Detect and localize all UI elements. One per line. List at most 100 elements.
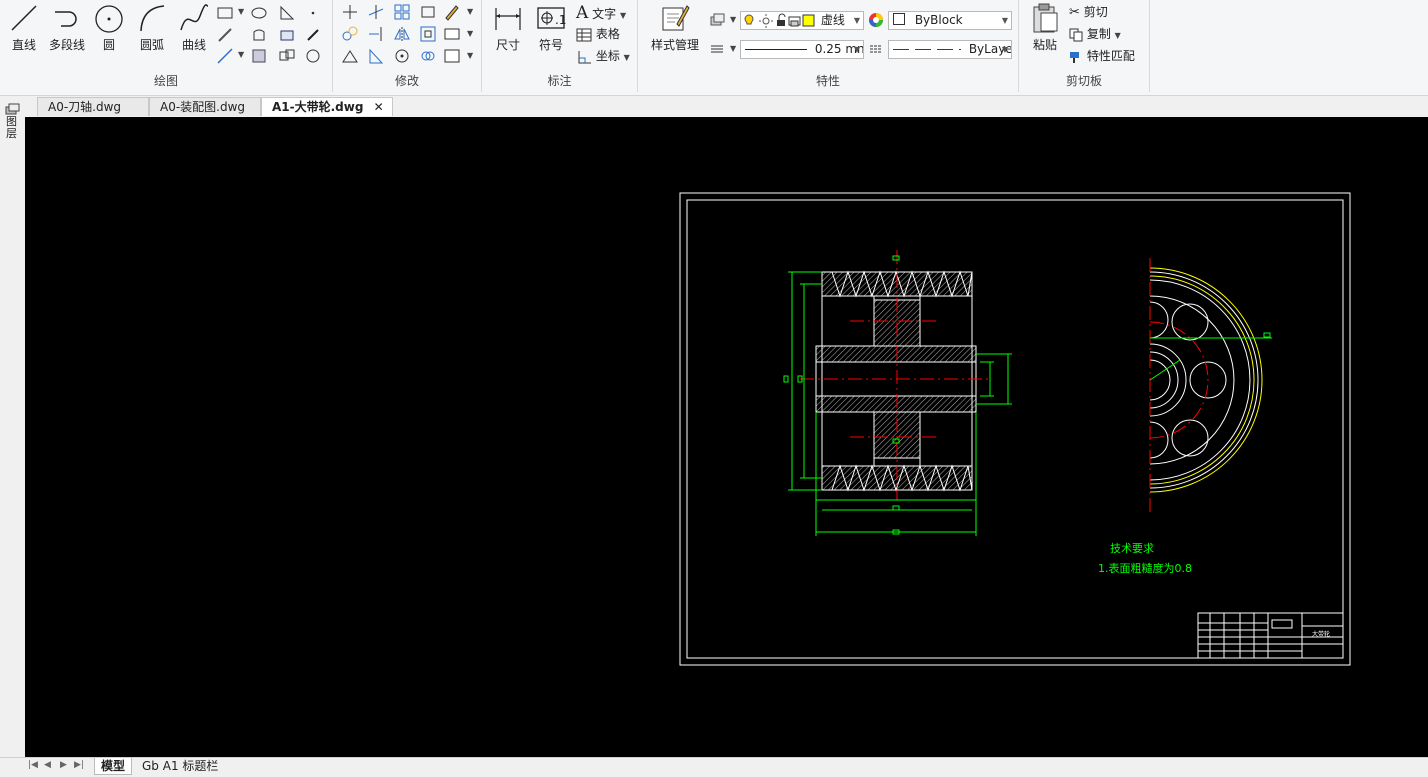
lineweight-combo[interactable]: 0.25 mn ▼ xyxy=(740,40,864,59)
rectangle-dropdown-icon[interactable]: ▼ xyxy=(238,7,244,16)
layer-state-icons xyxy=(741,12,817,29)
pick-icon[interactable] xyxy=(304,26,322,44)
lineweight-dropdown-small-icon[interactable]: ▼ xyxy=(730,44,736,53)
boundary-icon[interactable] xyxy=(250,47,268,65)
coordinate-label: 坐标 xyxy=(595,49,620,63)
sheet-inner-border xyxy=(686,199,1344,659)
circle-button[interactable]: 圆 xyxy=(92,2,126,53)
trim-icon[interactable] xyxy=(367,3,385,21)
fillet-icon[interactable] xyxy=(443,25,461,43)
line-button[interactable]: 直线 xyxy=(6,2,42,53)
doc-tab-label: A0-刀轴.dwg xyxy=(48,100,122,114)
lineweight-icon[interactable] xyxy=(708,40,726,58)
mirror-icon[interactable] xyxy=(393,25,411,43)
pulley-section-view xyxy=(815,270,977,492)
copy-object-icon[interactable] xyxy=(341,25,359,43)
polyline-label: 多段线 xyxy=(48,38,85,52)
cut-tool[interactable]: ✂ 剪切 xyxy=(1069,3,1108,20)
extend-icon[interactable] xyxy=(367,25,385,43)
table-tool[interactable]: 表格 xyxy=(576,25,620,43)
properties-icon[interactable] xyxy=(443,47,461,65)
doc-tab-1[interactable]: A0-装配图.dwg xyxy=(149,97,261,116)
copy-dropdown-icon[interactable]: ▼ xyxy=(1115,31,1121,40)
layer-manager-icon[interactable] xyxy=(708,11,726,29)
edit-dropdown-icon[interactable]: ▼ xyxy=(467,7,473,16)
polyline-icon xyxy=(55,11,77,27)
xline-icon[interactable] xyxy=(216,47,234,65)
layer-panel-label[interactable]: 图层 xyxy=(6,116,18,140)
xline-dropdown-icon[interactable]: ▼ xyxy=(238,50,244,59)
ellipse-icon[interactable] xyxy=(250,4,268,22)
layer-dropdown-small-icon[interactable]: ▼ xyxy=(730,15,736,24)
last-layout-icon[interactable]: ▶| xyxy=(74,760,84,770)
scale-icon[interactable] xyxy=(341,47,359,65)
copy-icon xyxy=(1069,28,1083,41)
rectangle-icon[interactable] xyxy=(216,4,234,22)
arc-button[interactable]: 圆弧 xyxy=(134,2,170,53)
color-wheel-icon[interactable] xyxy=(867,11,885,29)
spline-icon xyxy=(180,4,209,31)
linetype-combo[interactable]: ByLayer ▼ xyxy=(888,40,1012,59)
color-value: ByBlock xyxy=(914,13,963,27)
text-tool[interactable]: A 文字 ▼ xyxy=(576,3,626,23)
layer-panel-icon[interactable] xyxy=(4,102,20,116)
doc-tab-label: A0-装配图.dwg xyxy=(160,100,246,114)
color-chevron-down-icon: ▼ xyxy=(1001,16,1008,25)
layer-chevron-down-icon: ▼ xyxy=(853,16,860,25)
edit-icon[interactable] xyxy=(443,3,461,21)
coordinate-tool[interactable]: 坐标 ▼ xyxy=(576,47,630,65)
line-label: 直线 xyxy=(11,38,36,52)
pulley-end-view xyxy=(1149,271,1259,489)
ray-icon[interactable] xyxy=(216,26,234,44)
properties-dropdown-icon[interactable]: ▼ xyxy=(467,51,473,60)
spline-button[interactable]: 曲线 xyxy=(176,2,212,53)
lineweight-sample xyxy=(745,49,807,50)
symbol-button[interactable]: .1 符号 xyxy=(534,2,568,53)
insert-block-icon[interactable] xyxy=(278,47,296,65)
revcloud-icon[interactable] xyxy=(304,47,322,65)
block-icon[interactable] xyxy=(278,26,296,44)
next-layout-icon[interactable]: ▶ xyxy=(60,760,67,770)
offset-icon[interactable] xyxy=(419,25,437,43)
style-manager-icon xyxy=(662,5,690,31)
modify-group: ▼ ▼ ▼ 修改 xyxy=(333,0,482,92)
color-combo[interactable]: ByBlock ▼ xyxy=(888,11,1012,30)
layout-tab-bar: |◀ ◀ ▶ ▶| 模型 Gb A1 标题栏 xyxy=(0,757,1428,777)
region-icon[interactable] xyxy=(250,26,268,44)
explode-icon[interactable] xyxy=(367,47,385,65)
coordinate-dropdown-icon[interactable]: ▼ xyxy=(624,53,630,62)
layout-tab-model[interactable]: 模型 xyxy=(94,758,133,775)
ribbon: 直线 多段线 圆 圆弧 曲线 ▼ ▼ 绘图 ▼ ▼ ▼ 修改 尺寸 .1 符号 … xyxy=(0,0,1428,96)
document-tabs: A0-刀轴.dwg A0-装配图.dwg A1-大带轮.dwg ✕ xyxy=(25,96,1428,117)
linetype-icon[interactable] xyxy=(867,40,885,58)
circle-icon xyxy=(95,5,123,33)
text-dropdown-icon[interactable]: ▼ xyxy=(620,11,626,20)
style-manager-button[interactable]: 样式管理 xyxy=(644,2,706,53)
tech-requirements-note: 1.表面粗糙度为0.8 xyxy=(1098,562,1192,575)
paste-button[interactable]: 粘贴 xyxy=(1027,2,1063,53)
layout-tab-gb-a1[interactable]: Gb A1 标题栏 xyxy=(136,758,224,775)
fillet-dropdown-icon[interactable]: ▼ xyxy=(467,29,473,38)
move-icon[interactable] xyxy=(341,3,359,21)
join-icon[interactable] xyxy=(419,47,437,65)
point-icon[interactable] xyxy=(304,4,322,22)
stretch-icon[interactable] xyxy=(419,3,437,21)
doc-tab-0[interactable]: A0-刀轴.dwg xyxy=(37,97,149,116)
first-layout-icon[interactable]: |◀ xyxy=(28,760,38,770)
layer-combo[interactable]: 虚线 ▼ xyxy=(740,11,864,30)
array-icon[interactable] xyxy=(393,3,411,21)
rotate-icon[interactable] xyxy=(393,47,411,65)
lineweight-chevron-down-icon: ▼ xyxy=(853,45,860,54)
dimension-button[interactable]: 尺寸 xyxy=(490,2,526,53)
symbol-icon: .1 xyxy=(537,7,566,29)
hatch-icon[interactable] xyxy=(278,4,296,22)
doc-tab-2[interactable]: A1-大带轮.dwg ✕ xyxy=(261,97,393,116)
end-view-yellow xyxy=(1149,267,1263,493)
polyline-button[interactable]: 多段线 xyxy=(44,2,90,53)
drawing-canvas[interactable]: 技术要求 1.表面粗糙度为0.8 大带轮 xyxy=(25,117,1428,758)
prev-layout-icon[interactable]: ◀ xyxy=(44,760,51,770)
linetype-sample xyxy=(893,49,961,50)
close-tab-icon[interactable]: ✕ xyxy=(374,100,384,114)
copy-tool[interactable]: 复制 ▼ xyxy=(1069,25,1121,42)
match-properties-tool[interactable]: 特性匹配 xyxy=(1069,47,1135,64)
